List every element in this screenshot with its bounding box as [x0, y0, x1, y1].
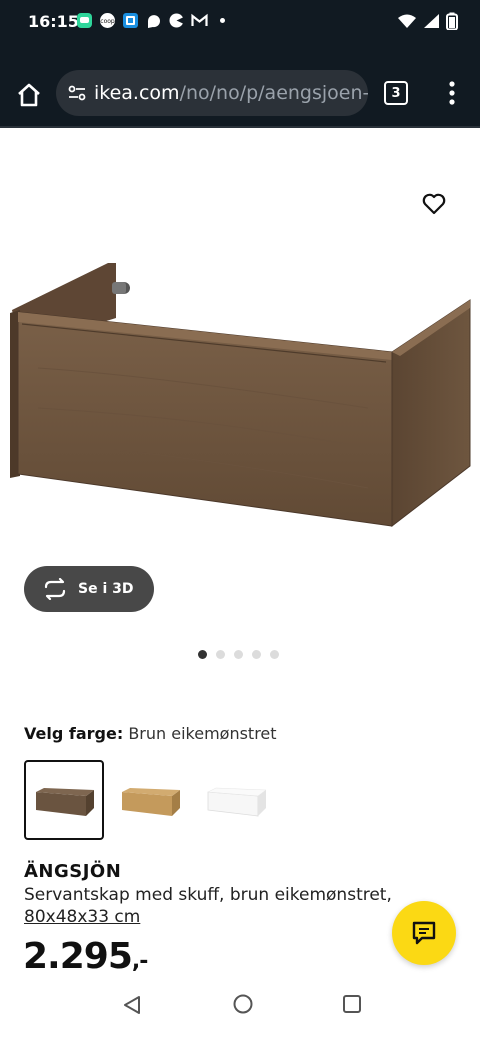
recents-icon[interactable]	[341, 993, 363, 1015]
url-host: ikea.com	[94, 82, 180, 104]
vanity-cabinet-illustration	[10, 263, 471, 528]
signal-icon	[423, 13, 440, 34]
back-icon[interactable]	[120, 993, 144, 1017]
carousel-dot[interactable]	[234, 650, 243, 659]
chat-icon	[412, 921, 436, 945]
carousel-dot[interactable]	[198, 650, 207, 659]
price-value: 2.295	[23, 936, 133, 977]
address-bar[interactable]: ikea.com/no/no/p/aengsjoen-se	[56, 70, 368, 116]
color-swatches	[24, 760, 282, 840]
selected-color: Brun eikemønstret	[128, 724, 277, 743]
carousel-dot[interactable]	[216, 650, 225, 659]
home-icon	[18, 83, 40, 107]
browser-toolbar: ikea.com/no/no/p/aengsjoen-se 3	[0, 44, 480, 128]
product-dimensions-link[interactable]: 80x48x33 cm	[24, 907, 140, 927]
product-image[interactable]	[8, 258, 472, 528]
product-page: Se i 3D Velg farge: Brun eikemønstret ÄN…	[0, 128, 480, 984]
chat-bubble-icon	[145, 12, 162, 29]
color-selector-label: Velg farge: Brun eikemønstret	[24, 724, 277, 743]
battery-icon	[446, 12, 458, 35]
swatch-white[interactable]	[196, 760, 276, 840]
home-button[interactable]	[12, 78, 46, 112]
wifi-icon	[397, 13, 417, 34]
notification-icons: coop	[76, 12, 231, 29]
color-label: Velg farge:	[24, 724, 124, 743]
favourite-button[interactable]	[420, 190, 448, 218]
rotate-3d-icon	[44, 578, 66, 600]
app-icon	[122, 12, 139, 29]
browser-menu-button[interactable]	[440, 78, 464, 108]
image-carousel-indicator	[198, 650, 279, 659]
coop-icon: coop	[99, 12, 116, 29]
gmail-icon	[191, 12, 208, 29]
pac-icon	[168, 12, 185, 29]
swatch-brown-oak[interactable]	[24, 760, 104, 840]
system-icons	[397, 12, 458, 35]
url-path: /no/no/p/aengsjoen-se	[179, 82, 368, 104]
system-navigation-bar	[0, 984, 480, 1040]
status-bar: 16:15 coop	[0, 0, 480, 44]
more-vertical-icon	[449, 81, 455, 105]
carousel-dot[interactable]	[252, 650, 261, 659]
status-time: 16:15	[28, 12, 79, 31]
carousel-dot[interactable]	[270, 650, 279, 659]
product-description-text: Servantskap med skuff, brun eikemønstret…	[24, 885, 392, 905]
site-settings-icon[interactable]	[66, 82, 88, 104]
view-in-3d-button[interactable]: Se i 3D	[24, 566, 154, 612]
price-suffix: ,-	[131, 949, 148, 974]
svg-text:coop: coop	[100, 18, 115, 25]
product-price: 2.295,-	[23, 936, 148, 977]
heart-icon	[422, 193, 446, 215]
more-dot-icon	[214, 12, 231, 29]
product-name: ÄNGSJÖN	[24, 861, 122, 882]
tab-switcher-button[interactable]: 3	[384, 81, 408, 105]
url-text: ikea.com/no/no/p/aengsjoen-se	[94, 82, 368, 104]
home-nav-icon[interactable]	[231, 992, 255, 1016]
swatch-oak[interactable]	[110, 760, 190, 840]
chat-button[interactable]	[392, 901, 456, 965]
product-description: Servantskap med skuff, brun eikemønstret…	[24, 884, 414, 928]
view-in-3d-label: Se i 3D	[78, 581, 134, 597]
messages-icon	[76, 12, 93, 29]
